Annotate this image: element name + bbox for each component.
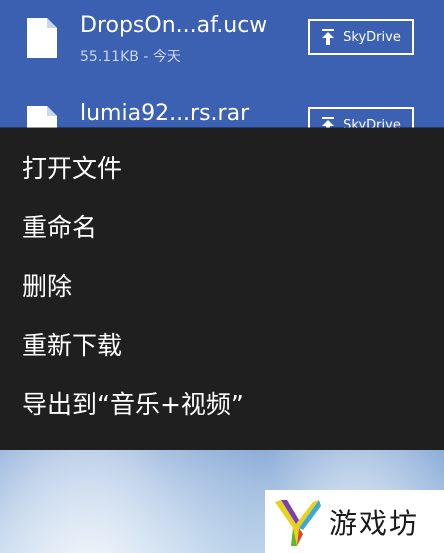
- menu-item-redownload[interactable]: 重新下载: [22, 330, 122, 362]
- document-icon: [27, 18, 57, 58]
- menu-item-export-music-video[interactable]: 导出到“音乐+视频”: [22, 389, 244, 421]
- menu-item-delete[interactable]: 删除: [22, 271, 72, 303]
- skydrive-button-label: SkyDrive: [343, 29, 401, 45]
- skydrive-upload-button[interactable]: SkyDrive: [308, 19, 414, 55]
- file-list-item[interactable]: DropsOn...af.ucw 55.11KB - 今天 SkyDrive: [0, 2, 444, 66]
- upload-icon: [322, 29, 335, 45]
- menu-item-rename[interactable]: 重命名: [22, 212, 97, 244]
- watermark: 游戏坊: [265, 490, 444, 553]
- file-name: lumia92...rs.rar: [80, 101, 250, 126]
- menu-item-open-file[interactable]: 打开文件: [22, 153, 122, 185]
- file-meta: 55.11KB - 今天: [80, 49, 181, 65]
- file-name: DropsOn...af.ucw: [80, 13, 268, 38]
- watermark-text: 游戏坊: [329, 506, 420, 540]
- context-menu: 打开文件 重命名 删除 重新下载 导出到“音乐+视频”: [0, 128, 444, 450]
- logo-icon: [275, 499, 321, 546]
